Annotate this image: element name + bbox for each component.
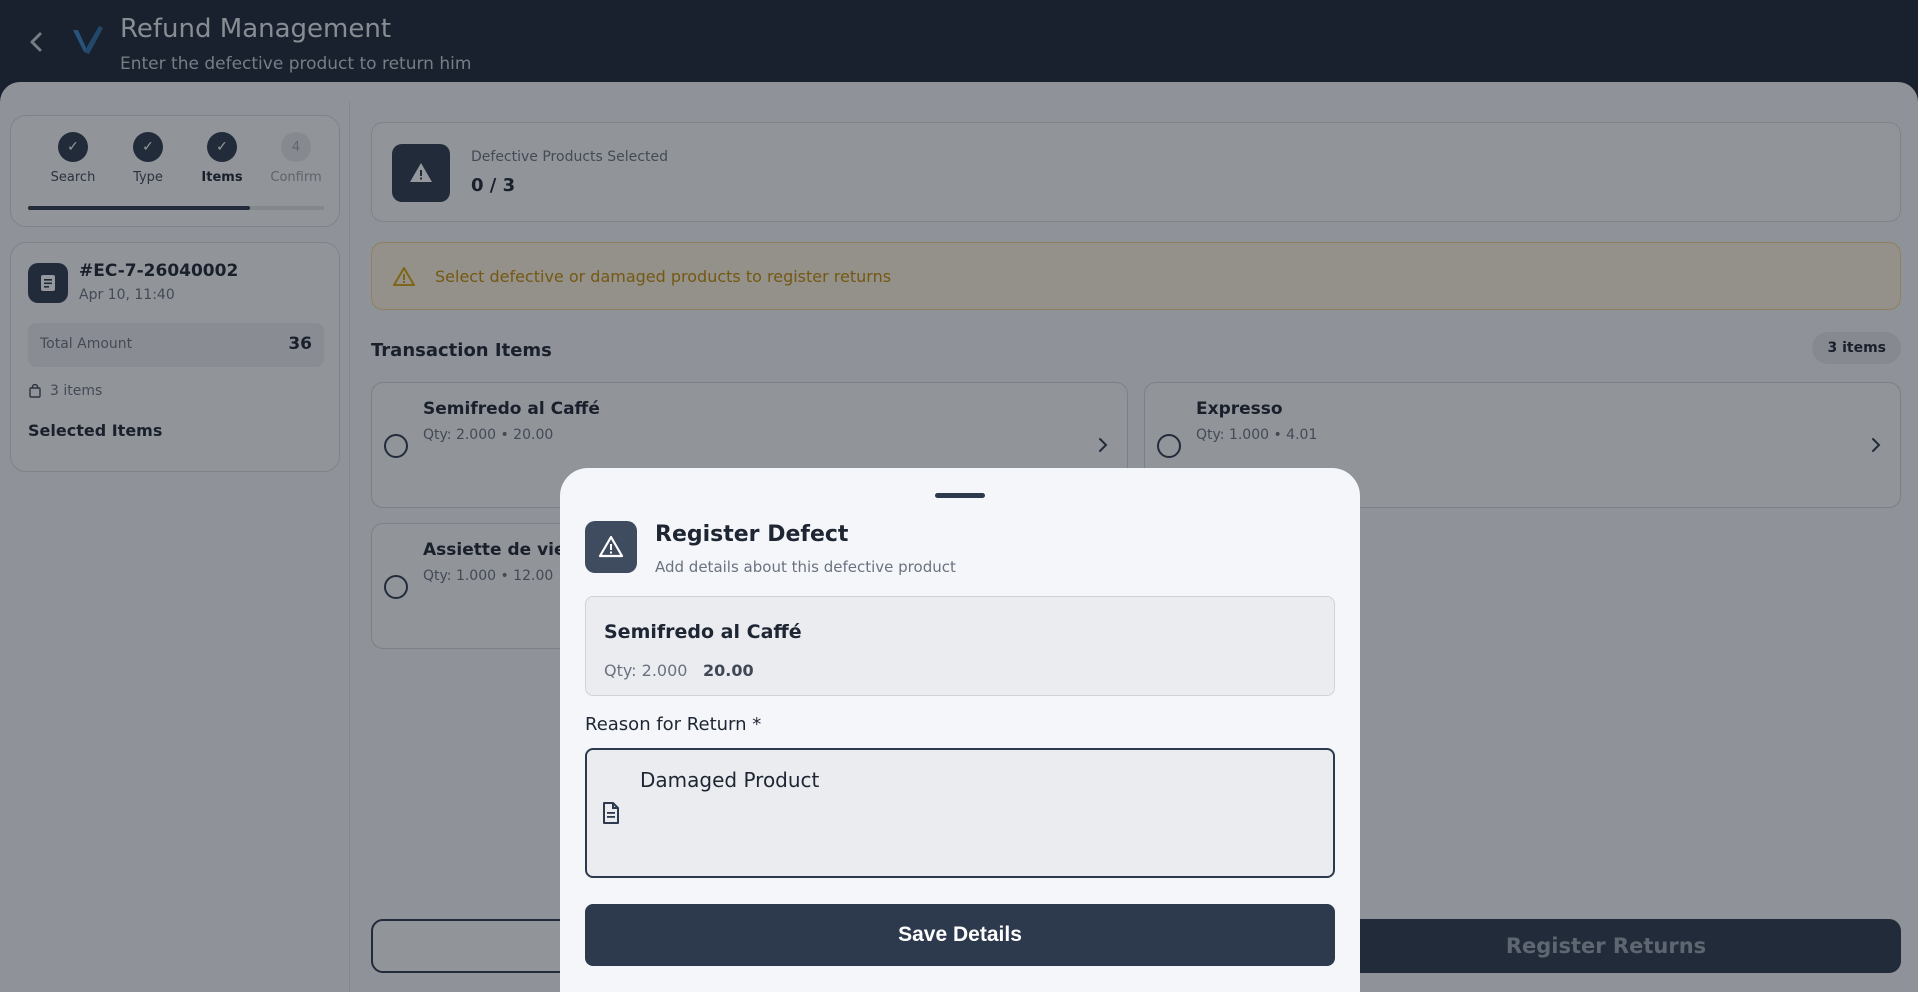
warning-icon — [585, 521, 637, 573]
reason-label: Reason for Return * — [585, 714, 762, 735]
register-defect-sheet: Register Defect Add details about this d… — [560, 468, 1360, 992]
sheet-subtitle: Add details about this defective product — [655, 558, 956, 576]
reason-input[interactable]: Damaged Product — [585, 748, 1335, 878]
product-qty: Qty: 2.000 — [604, 661, 688, 680]
product-summary: Semifredo al Caffé Qty: 2.000 20.00 — [585, 596, 1335, 696]
sheet-title: Register Defect — [655, 522, 849, 547]
document-icon — [603, 802, 619, 824]
product-price: 20.00 — [703, 661, 754, 680]
reason-value[interactable]: Damaged Product — [640, 768, 819, 792]
drag-handle[interactable] — [935, 493, 985, 498]
product-name: Semifredo al Caffé — [604, 621, 802, 643]
save-details-button[interactable]: Save Details — [585, 904, 1335, 966]
